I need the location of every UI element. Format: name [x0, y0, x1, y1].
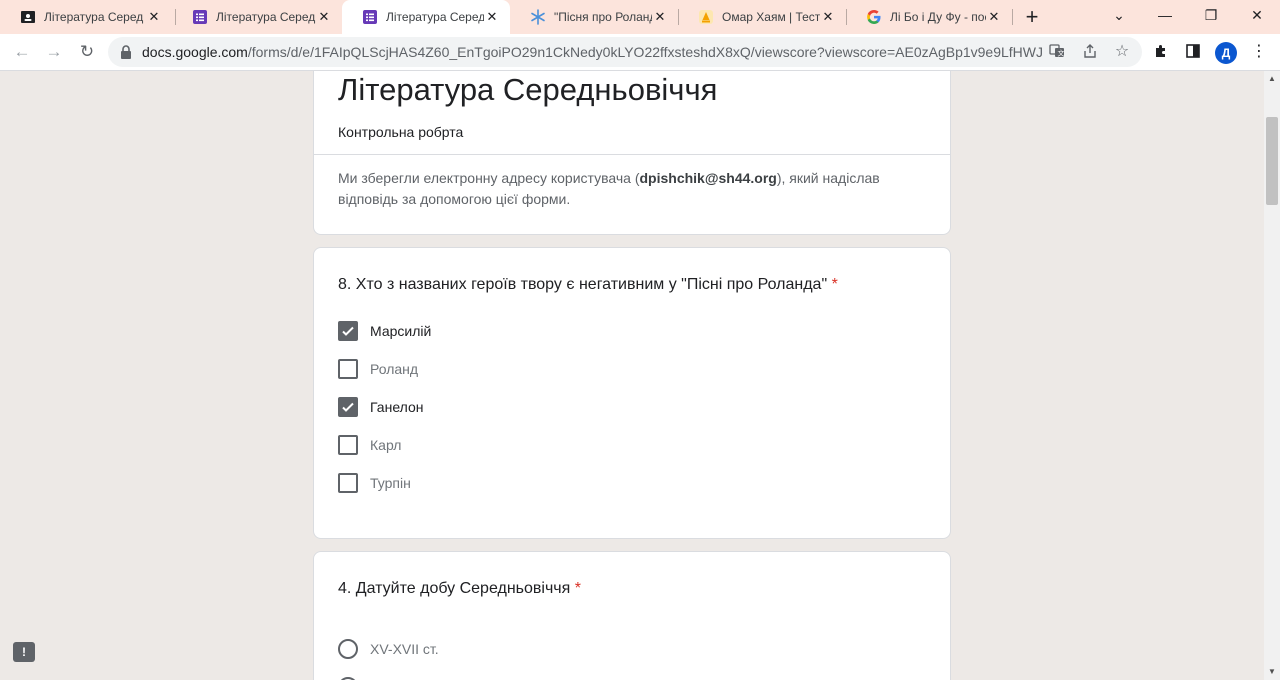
new-tab-button[interactable]: +: [1020, 6, 1044, 28]
share-icon[interactable]: [1081, 43, 1099, 61]
tab-4[interactable]: "Пісня про Роланд ✕: [510, 0, 678, 34]
option-label: Ганелон: [370, 399, 424, 415]
question-card-8: 8. Хто з названих героїв твору є негатив…: [313, 247, 951, 539]
email-note-pre: Ми зберегли електронну адресу користувач…: [338, 170, 640, 186]
svg-text:文: 文: [1058, 49, 1065, 58]
scrollbar[interactable]: ▲ ▼: [1264, 71, 1280, 680]
question-text: 4. Датуйте добу Середньовіччя: [338, 580, 571, 597]
google-icon: [866, 9, 882, 25]
classroom-icon: [20, 9, 36, 25]
option-turpin[interactable]: Турпін: [338, 472, 411, 494]
close-icon[interactable]: ✕: [146, 9, 162, 25]
close-icon[interactable]: ✕: [986, 9, 1002, 25]
scrollbar-thumb[interactable]: [1266, 117, 1278, 205]
option-label: Роланд: [370, 361, 419, 377]
url-host: docs.google.com: [142, 44, 248, 60]
snowflake-icon: [530, 9, 546, 25]
browser-toolbar: ← → ↻ docs.google.com/forms/d/e/1FAIpQLS…: [0, 34, 1280, 71]
checkmark-icon: [342, 402, 354, 412]
tab-strip: Література Серед ✕ Література Серед ✕ Лі…: [0, 0, 1280, 34]
restore-icon[interactable]: ❐: [1188, 0, 1234, 30]
tab-search-icon[interactable]: ⌄: [1096, 0, 1142, 30]
option-karl[interactable]: Карл: [338, 434, 401, 456]
form-description: Контрольна робрта: [338, 124, 464, 140]
tab-3-active[interactable]: Література Серед ✕: [342, 0, 510, 34]
page-content: Література Середньовіччя Контрольна робр…: [0, 71, 1264, 680]
lock-icon[interactable]: [120, 45, 132, 64]
option-roland[interactable]: Роланд: [338, 358, 418, 380]
close-icon[interactable]: ✕: [652, 9, 668, 25]
option-label: XV-XVII ст.: [370, 641, 439, 657]
forms-icon: [192, 9, 208, 25]
checkbox[interactable]: [338, 435, 358, 455]
checkbox-checked[interactable]: [338, 321, 358, 341]
required-mark: *: [574, 580, 581, 597]
scroll-up-arrow-icon[interactable]: ▲: [1264, 71, 1280, 87]
more-menu-icon[interactable]: ⋮: [1250, 43, 1268, 61]
form-header-card: Література Середньовіччя Контрольна робр…: [313, 71, 951, 235]
extensions-icon[interactable]: [1152, 43, 1170, 61]
tab-title: Література Серед: [216, 10, 316, 24]
tab-title: Омар Хаям | Тест з: [722, 10, 820, 24]
tab-separator: [1012, 9, 1013, 25]
option-ganelon[interactable]: Ганелон: [338, 396, 423, 418]
reload-icon[interactable]: ↻: [75, 40, 99, 64]
option-xv-xvii[interactable]: XV-XVII ст.: [338, 638, 439, 660]
feedback-icon[interactable]: !: [13, 642, 35, 662]
forward-arrow-icon[interactable]: →: [42, 40, 66, 64]
tab-title: Література Серед: [44, 10, 144, 24]
option-label: Турпін: [370, 475, 411, 491]
question-card-4: 4. Датуйте добу Середньовіччя * XV-XVII …: [313, 551, 951, 680]
url-path: /forms/d/e/1FAIpQLScjHAS4Z60_EnTgoiPO29n…: [247, 44, 1042, 60]
option-next[interactable]: [338, 676, 370, 680]
url-text[interactable]: docs.google.com/forms/d/e/1FAIpQLScjHAS4…: [142, 44, 1042, 60]
bookmark-star-icon[interactable]: ☆: [1113, 43, 1131, 61]
tab-title: "Пісня про Роланд: [554, 10, 652, 24]
question-text: 8. Хто з названих героїв твору є негатив…: [338, 276, 828, 293]
respondent-email: dpishchik@sh44.org: [639, 170, 777, 186]
divider: [314, 154, 950, 155]
checkbox-checked[interactable]: [338, 397, 358, 417]
minimize-icon[interactable]: —: [1142, 0, 1188, 30]
checkbox[interactable]: [338, 359, 358, 379]
close-icon[interactable]: ✕: [316, 9, 332, 25]
radio-button[interactable]: [338, 639, 358, 659]
tab-title: Лі Бо і Ду Фу - пое: [890, 10, 986, 24]
tab-5[interactable]: Омар Хаям | Тест з ✕: [678, 0, 846, 34]
form-title: Література Середньовіччя: [338, 72, 718, 107]
side-panel-icon[interactable]: [1184, 43, 1202, 61]
close-icon[interactable]: ✕: [484, 9, 500, 25]
question-title: 8. Хто з названих героїв твору є негатив…: [338, 276, 838, 294]
window-close-icon[interactable]: ✕: [1234, 0, 1280, 30]
forms-icon: [362, 9, 378, 25]
scroll-down-arrow-icon[interactable]: ▼: [1264, 664, 1280, 680]
translate-icon[interactable]: 文: [1048, 43, 1066, 61]
option-label: Карл: [370, 437, 402, 453]
profile-avatar[interactable]: Д: [1215, 42, 1237, 64]
checkbox[interactable]: [338, 473, 358, 493]
option-label: Марсилій: [370, 323, 432, 339]
tab-1[interactable]: Література Серед ✕: [0, 0, 172, 34]
tab-2[interactable]: Література Серед ✕: [172, 0, 342, 34]
back-arrow-icon[interactable]: ←: [10, 40, 34, 64]
option-marsilii[interactable]: Марсилій: [338, 320, 431, 342]
close-icon[interactable]: ✕: [820, 9, 836, 25]
tab-title: Література Серед: [386, 10, 484, 24]
test-bell-icon: [698, 9, 714, 25]
address-bar[interactable]: docs.google.com/forms/d/e/1FAIpQLScjHAS4…: [108, 37, 1142, 67]
tab-6[interactable]: Лі Бо і Ду Фу - пое ✕: [846, 0, 1012, 34]
question-title: 4. Датуйте добу Середньовіччя *: [338, 580, 581, 598]
checkmark-icon: [342, 326, 354, 336]
required-mark: *: [831, 276, 838, 293]
email-note: Ми зберегли електронну адресу користувач…: [338, 168, 898, 210]
